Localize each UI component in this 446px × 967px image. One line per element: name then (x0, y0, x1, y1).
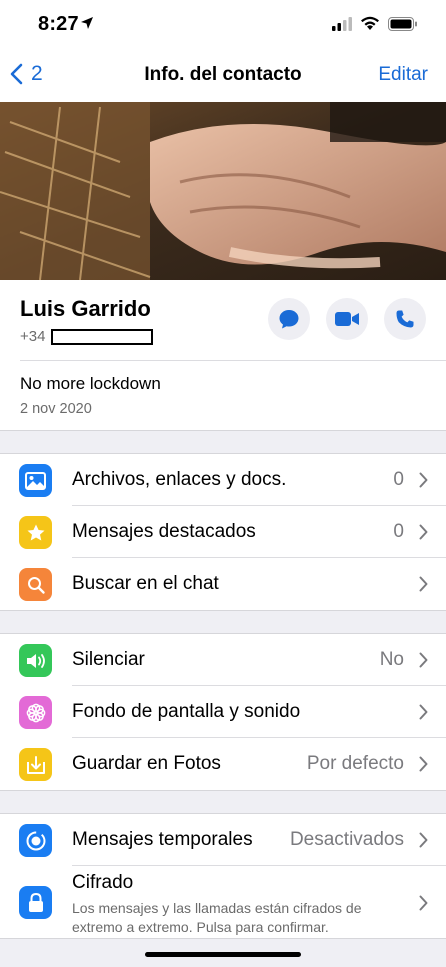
row-label: Archivos, enlaces y docs. (72, 469, 287, 490)
row-search-chat[interactable]: Buscar en el chat (0, 558, 446, 610)
home-indicator[interactable] (145, 952, 301, 957)
timer-icon (19, 824, 52, 857)
row-value: Por defecto (306, 753, 404, 774)
row-wallpaper-sound[interactable]: Fondo de pantalla y sonido (0, 686, 446, 738)
chevron-right-icon (419, 704, 428, 720)
row-value: 0 (393, 521, 404, 542)
contact-status: No more lockdown (20, 374, 161, 393)
row-value: Desactivados (289, 829, 404, 850)
profile-photo[interactable] (0, 102, 446, 280)
row-label: Cifrado (72, 872, 134, 893)
row-mute[interactable]: Silenciar No (0, 634, 446, 686)
settings-group-media: Archivos, enlaces y docs. 0 Mensajes des… (0, 453, 446, 611)
phone-prefix: +34 (20, 328, 46, 345)
message-button[interactable] (268, 298, 310, 340)
row-label: Buscar en el chat (72, 573, 219, 594)
contact-status-date: 2 nov 2020 (20, 401, 92, 417)
row-disappearing-messages[interactable]: Mensajes temporales Desactivados (0, 814, 446, 866)
chevron-right-icon (419, 524, 428, 540)
status-bar: 8:27 (0, 0, 446, 50)
chevron-right-icon (419, 652, 428, 668)
flower-icon (19, 696, 52, 729)
voice-call-button[interactable] (384, 298, 426, 340)
chevron-right-icon (419, 472, 428, 488)
chevron-right-icon (419, 832, 428, 848)
edit-button[interactable]: Editar (378, 64, 428, 86)
lock-icon (19, 886, 52, 919)
chevron-right-icon (419, 756, 428, 772)
contact-name: Luis Garrido (20, 296, 151, 321)
row-save-to-photos[interactable]: Guardar en Fotos Por defecto (0, 738, 446, 790)
chevron-right-icon (419, 576, 428, 592)
cellular-signal-icon (332, 16, 352, 31)
divider (20, 360, 446, 361)
video-call-button[interactable] (326, 298, 368, 340)
phone-icon (396, 310, 414, 328)
settings-group-notifications: Silenciar No Fondo de pantalla y sonido … (0, 633, 446, 791)
chat-bubble-icon (279, 310, 299, 329)
row-encryption[interactable]: Cifrado Los mensajes y las llamadas está… (0, 866, 446, 938)
video-camera-icon (335, 312, 359, 326)
battery-icon (388, 16, 417, 31)
contact-phone[interactable]: +34 (20, 328, 154, 345)
star-icon (19, 516, 52, 549)
wifi-icon (361, 16, 379, 30)
redacted-phone-number (51, 328, 154, 345)
chevron-right-icon (419, 895, 428, 911)
speaker-icon (19, 644, 52, 677)
search-icon (19, 568, 52, 601)
row-label: Guardar en Fotos (72, 753, 221, 774)
contact-info-card: Luis Garrido +34 No more lockdown 2 nov … (0, 280, 446, 431)
row-value: 0 (393, 469, 404, 490)
row-starred-messages[interactable]: Mensajes destacados 0 (0, 506, 446, 558)
row-description: Los mensajes y las llamadas están cifrad… (72, 900, 362, 935)
row-value: No (379, 649, 404, 670)
row-label: Fondo de pantalla y sonido (72, 701, 301, 722)
status-time: 8:27 (38, 13, 79, 35)
row-label: Silenciar (72, 649, 145, 670)
row-media-links-docs[interactable]: Archivos, enlaces y docs. 0 (0, 454, 446, 506)
save-icon (19, 748, 52, 781)
photo-icon (19, 464, 52, 497)
location-arrow-icon (81, 17, 93, 29)
nav-bar: 2 Info. del contacto Editar (0, 50, 446, 102)
settings-group-privacy: Mensajes temporales Desactivados Cifrado… (0, 813, 446, 939)
row-label: Mensajes temporales (72, 829, 253, 850)
row-label: Mensajes destacados (72, 521, 256, 542)
